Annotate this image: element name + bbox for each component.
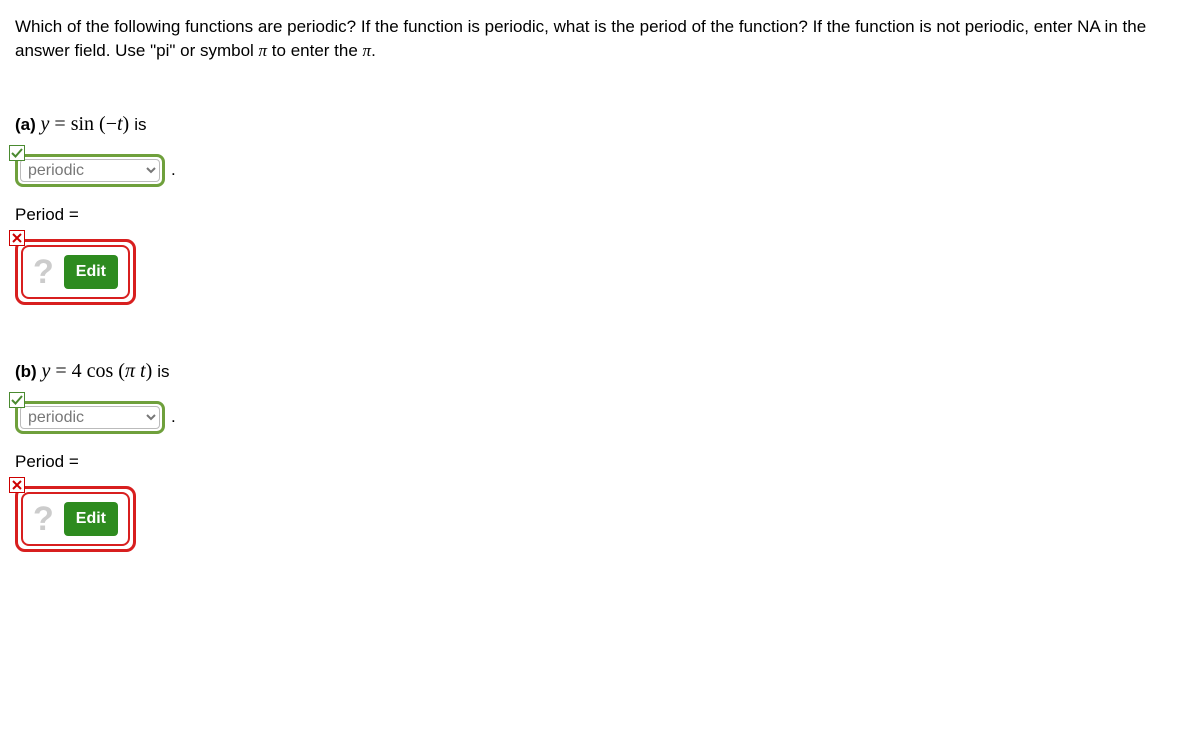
x-icon — [9, 230, 25, 246]
part-b-period-row: ? Edit — [15, 486, 136, 552]
checkmark-icon — [9, 392, 25, 408]
part-a-periodic-select[interactable]: periodic — [20, 159, 160, 182]
part-a-label: (a) — [15, 115, 36, 134]
part-b-period-label: Period = — [15, 452, 1185, 472]
part-b-label: (b) — [15, 362, 37, 381]
part-b-period-placeholder: ? — [33, 502, 54, 536]
part-a-select-row: periodic . — [15, 154, 176, 187]
part-a-period-placeholder: ? — [33, 255, 54, 289]
part-b-select-row: periodic . — [15, 401, 176, 434]
x-icon — [9, 477, 25, 493]
part-b-edit-button[interactable]: Edit — [64, 502, 118, 536]
part-a-equation-line: (a) y = sin (−t) is — [15, 113, 1185, 136]
part-a-period-label: Period = — [15, 205, 1185, 225]
part-b: (b) y = 4 cos (π t) is periodic . Period… — [15, 360, 1185, 552]
part-a-edit-button[interactable]: Edit — [64, 255, 118, 289]
part-b-equation-line: (b) y = 4 cos (π t) is — [15, 360, 1185, 383]
part-a-period-row: ? Edit — [15, 239, 136, 305]
question-prompt: Which of the following functions are per… — [15, 15, 1185, 63]
part-b-periodic-select[interactable]: periodic — [20, 406, 160, 429]
checkmark-icon — [9, 145, 25, 161]
part-a: (a) y = sin (−t) is periodic . Period = … — [15, 113, 1185, 305]
